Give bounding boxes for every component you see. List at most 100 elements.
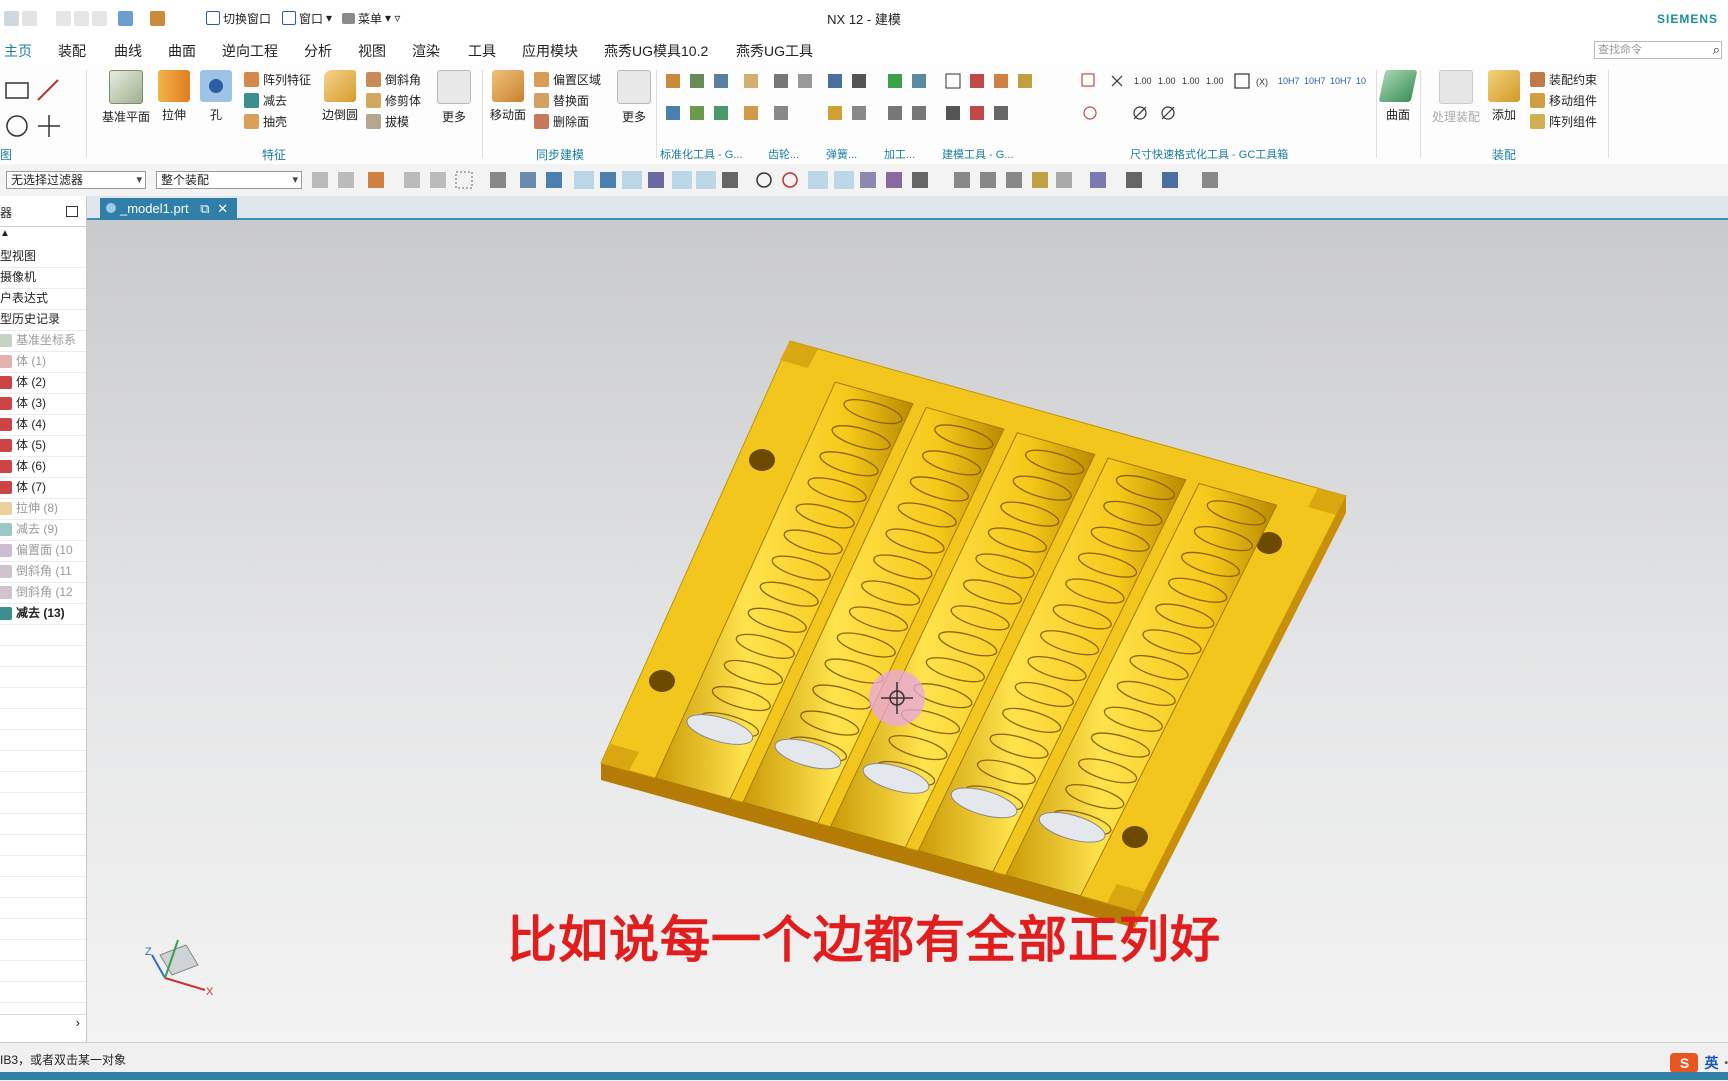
pattern-component-button[interactable]: 阵列组件 (1530, 112, 1597, 130)
navigator-row[interactable]: 体 (4) (0, 414, 86, 436)
tab-surface[interactable]: 曲面 (168, 41, 196, 61)
search-icon[interactable]: ⌕ (1713, 42, 1720, 58)
detach-icon[interactable]: ⧉ (200, 201, 209, 216)
type-filter-select[interactable]: 无选择过滤器 (6, 171, 146, 189)
tab-view[interactable]: 视图 (358, 41, 386, 61)
assembly-constraint-button[interactable]: 装配约束 (1530, 70, 1597, 88)
navigator-row[interactable]: 户表达式 (0, 288, 86, 310)
offset-region-button[interactable]: 偏置区域 (534, 70, 601, 88)
navigator-row[interactable]: 体 (1) (0, 351, 86, 373)
dimension-format-icons[interactable]: 1.00 1.00 1.00 1.00 (X) 10H7 10H7 10H7 10 (1080, 72, 1380, 142)
navigator-row[interactable]: 基准坐标系 (0, 330, 86, 352)
close-icon[interactable]: ✕ (217, 201, 228, 216)
tab-home[interactable]: 主页 (4, 41, 32, 66)
navigator-row[interactable]: 体 (7) (0, 477, 86, 499)
navigator-row[interactable]: 体 (6) (0, 456, 86, 478)
navigator-row[interactable]: 倒斜角 (11 (0, 561, 86, 583)
move-face-button[interactable]: 移动面 (482, 70, 534, 123)
tab-yanxiu-mold[interactable]: 燕秀UG模具10.2 (604, 41, 708, 61)
navigator-row-label: 摄像机 (0, 270, 37, 284)
replace-face-icon (534, 92, 549, 108)
tab-application[interactable]: 应用模块 (522, 41, 578, 61)
feature-node-icon (0, 355, 12, 369)
tab-assembly[interactable]: 装配 (58, 41, 86, 61)
navigator-row[interactable]: 减去 (9) (0, 519, 86, 541)
maximize-icon[interactable] (66, 206, 78, 217)
navigator-row[interactable]: 体 (2) (0, 372, 86, 394)
feature-node-icon (0, 502, 12, 516)
add-component-icon (1488, 70, 1520, 102)
chamfer-button[interactable]: 倒斜角 (366, 70, 421, 88)
tab-tools[interactable]: 工具 (468, 41, 496, 61)
datum-plane-button[interactable]: 基准平面 (100, 70, 152, 125)
surface-button[interactable]: 曲面 (1372, 70, 1424, 123)
snap-toolbar-icons[interactable] (312, 164, 1232, 196)
sort-up-icon[interactable]: ▲ (0, 228, 10, 239)
tab-curve[interactable]: 曲线 (114, 41, 142, 61)
group-label-std-tools: 标准化工具 - G... (660, 149, 743, 161)
navigator-row-label: 倒斜角 (12 (16, 585, 73, 599)
document-tab[interactable]: _model1.prt ⧉ ✕ (100, 198, 237, 220)
group-label-assembly: 装配 (1492, 148, 1517, 162)
sync-more-button[interactable]: 更多 (608, 70, 660, 125)
hole-button[interactable]: 孔 (190, 70, 242, 123)
chamfer-label: 倒斜角 (385, 72, 422, 87)
move-face-icon (492, 70, 524, 102)
subtract-button[interactable]: 减去 (244, 91, 287, 109)
draft-button[interactable]: 拔模 (366, 112, 409, 130)
navigator-row[interactable]: 型视图 (0, 246, 86, 268)
navigator-row[interactable]: 倒斜角 (12 (0, 582, 86, 604)
svg-text:1.00: 1.00 (1182, 76, 1200, 86)
process-assembly-button[interactable]: 处理装配 (1428, 70, 1484, 125)
chamfer-icon (366, 71, 381, 87)
add-component-button[interactable]: 添加 (1478, 70, 1530, 123)
navigator-row[interactable]: 体 (5) (0, 435, 86, 457)
delete-face-icon (534, 113, 549, 129)
dimension-format-icons-grid[interactable]: 1.00 1.00 1.00 1.00 (X) 10H7 10H7 10H7 10 (1080, 72, 1380, 142)
pattern-feature-button[interactable]: 阵列特征 (244, 70, 311, 88)
group-label-feature: 特征 (262, 148, 287, 162)
tab-render[interactable]: 渲染 (412, 41, 440, 61)
navigator-row[interactable]: 体 (3) (0, 393, 86, 415)
navigator-row[interactable]: 拉伸 (8) (0, 498, 86, 520)
feature-node-icon (0, 586, 12, 600)
feature-more-button[interactable]: 更多 (428, 70, 480, 125)
tab-reverse-engineering[interactable]: 逆向工程 (222, 41, 278, 61)
navigator-empty-row (0, 729, 86, 751)
navigator-scrollbar[interactable]: › (0, 1014, 86, 1033)
pattern-feature-icon (244, 71, 259, 87)
navigator-row[interactable]: 摄像机 (0, 267, 86, 289)
command-search-input[interactable]: 查找命令 (1594, 41, 1722, 59)
tab-yanxiu-tools[interactable]: 燕秀UG工具 (736, 41, 813, 61)
pattern-feature-label: 阵列特征 (263, 72, 312, 87)
ime-language: 英 (1704, 1055, 1719, 1071)
replace-face-button[interactable]: 替换面 (534, 91, 589, 109)
navigator-row-label: 拉伸 (8) (16, 501, 59, 515)
group-label-dimension: 尺寸快速格式化工具 - GC工具箱 (1130, 149, 1289, 161)
feature-more-label: 更多 (441, 110, 466, 124)
delete-face-button[interactable]: 删除面 (534, 112, 589, 130)
navigator-row-label: 偏置面 (10 (16, 543, 73, 557)
move-component-button[interactable]: 移动组件 (1530, 91, 1597, 109)
chevron-right-icon[interactable]: › (76, 1015, 80, 1030)
feature-node-icon (0, 544, 12, 558)
selection-scope-select[interactable]: 整个装配 (156, 171, 302, 189)
navigator-row[interactable]: 型历史记录 (0, 309, 86, 331)
sketch-tools[interactable] (2, 70, 72, 140)
feature-node-icon (0, 376, 12, 390)
ime-indicator[interactable]: S 英 • (1670, 1053, 1728, 1073)
navigator-row[interactable]: 减去 (13) (0, 603, 86, 625)
move-component-icon (1530, 92, 1545, 108)
navigator-row[interactable]: 偏置面 (10 (0, 540, 86, 562)
navigator-row-label: 型历史记录 (0, 312, 61, 326)
snap-toolbar (312, 164, 1232, 196)
edge-blend-button[interactable]: 边倒圆 (314, 70, 366, 123)
group-label-sync: 同步建模 (536, 148, 585, 162)
shell-button[interactable]: 抽壳 (244, 112, 287, 130)
svg-text:10: 10 (1356, 76, 1366, 86)
edge-blend-label: 边倒圆 (321, 108, 358, 122)
tab-analysis[interactable]: 分析 (304, 41, 332, 61)
gc-toolkit-icons-grid[interactable] (664, 72, 1064, 142)
trim-body-button[interactable]: 修剪体 (366, 91, 421, 109)
navigator-empty-row (0, 876, 86, 898)
